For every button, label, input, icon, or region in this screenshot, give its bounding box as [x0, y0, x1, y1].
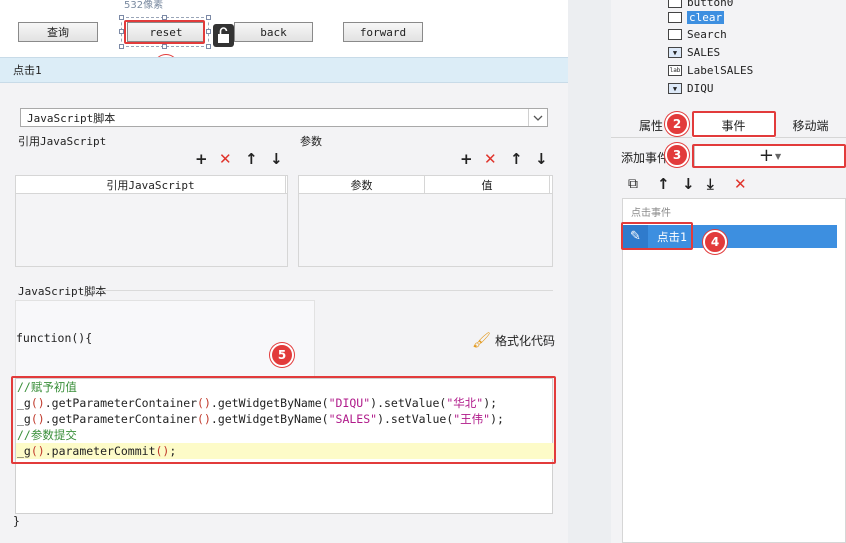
move-up-icon[interactable]: ↑ [510, 152, 523, 167]
combo-icon: ▼ [668, 83, 682, 94]
design-canvas: 532像素 查询 reset back forward [0, 0, 568, 57]
move-down-icon[interactable]: ↓ [682, 177, 695, 192]
resize-handle[interactable] [206, 44, 211, 49]
resize-handle[interactable] [119, 44, 124, 49]
delete-icon[interactable]: ✕ [734, 177, 747, 192]
step-badge-2: 2 [665, 112, 689, 136]
tree-item-label: DIQU [687, 82, 714, 95]
event-title-bar: 点击1 [0, 57, 568, 83]
move-bottom-icon[interactable]: ⤓ [707, 177, 714, 192]
button-icon [668, 12, 682, 23]
chevron-down-icon[interactable] [528, 109, 547, 126]
column-header[interactable]: 参数 [299, 176, 425, 193]
divider [90, 290, 553, 291]
params-label: 参数 [300, 135, 322, 148]
script-type-select[interactable]: JavaScript脚本 [20, 108, 548, 127]
move-up-icon[interactable]: ↑ [245, 152, 258, 167]
function-close: } [13, 514, 20, 528]
highlight-event-item [621, 222, 693, 250]
tree-item[interactable]: lab LabelSALES [668, 62, 753, 79]
param-table-header: 参数 值 [299, 176, 552, 194]
highlight-reset [124, 20, 205, 44]
ref-js-label: 引用JavaScript [18, 135, 107, 148]
ref-js-table-header: 引用JavaScript [16, 176, 287, 194]
button-icon [668, 0, 682, 8]
lock-icon[interactable] [213, 24, 234, 47]
add-icon[interactable]: + [460, 152, 473, 167]
step-badge-5: 5 [270, 343, 294, 367]
back-button[interactable]: back [234, 22, 313, 42]
tab-mobile[interactable]: 移动端 [775, 112, 846, 138]
brush-icon: 🖌 [472, 331, 492, 349]
move-down-icon[interactable]: ↓ [270, 152, 283, 167]
function-open: function(){ [16, 331, 93, 345]
script-label: JavaScript脚本 [18, 285, 107, 298]
resize-handle[interactable] [206, 15, 211, 20]
delete-icon[interactable]: ✕ [219, 152, 232, 167]
designer-window: 532像素 查询 reset back forward 1 点击1 JavaSc… [0, 0, 846, 543]
highlight-code [11, 376, 556, 464]
resize-handle[interactable] [162, 44, 167, 49]
tree-item[interactable]: ▼ SALES [668, 44, 720, 61]
query-button[interactable]: 查询 [18, 22, 98, 42]
tree-scroll-strip [568, 0, 611, 543]
move-up-icon[interactable]: ↑ [657, 177, 670, 192]
tree-item[interactable]: Search [668, 26, 727, 43]
step-badge-3: 3 [665, 143, 689, 167]
tree-item-label: clear [687, 11, 725, 24]
resize-handle[interactable] [206, 29, 211, 34]
tree-item-label: button0 [687, 0, 734, 9]
ref-js-table: 引用JavaScript [15, 175, 288, 267]
event-title: 点击1 [13, 64, 42, 77]
button-icon [668, 29, 682, 40]
tree-item[interactable]: ▼ DIQU [668, 80, 714, 97]
highlight-events-tab [692, 111, 776, 137]
add-icon[interactable]: + [195, 152, 208, 167]
forward-button[interactable]: forward [343, 22, 423, 42]
highlight-add-event [692, 144, 846, 168]
param-table: 参数 值 [298, 175, 553, 267]
move-down-icon[interactable]: ↓ [535, 152, 548, 167]
tree-item-label: Search [687, 28, 727, 41]
copy-icon[interactable]: ⧉ [628, 176, 638, 192]
delete-icon[interactable]: ✕ [484, 152, 497, 167]
tree-item-label: LabelSALES [687, 64, 754, 77]
resize-handle[interactable] [119, 15, 124, 20]
combo-icon: ▼ [668, 47, 682, 58]
format-code-button[interactable]: 🖌 格式化代码 [472, 331, 555, 349]
label-icon: lab [668, 65, 682, 76]
format-code-label: 格式化代码 [495, 333, 556, 348]
script-type-value: JavaScript脚本 [27, 111, 116, 125]
tree-item-label: SALES [687, 46, 721, 59]
step-badge-4: 4 [703, 230, 727, 254]
column-header[interactable]: 引用JavaScript [16, 176, 286, 193]
add-event-label: 添加事件 [621, 151, 670, 165]
column-header[interactable]: 值 [425, 176, 550, 193]
tree-item-selected[interactable]: clear [668, 9, 725, 26]
event-list-header: 点击事件 [631, 208, 671, 219]
width-caption: 532像素 [124, 0, 164, 11]
